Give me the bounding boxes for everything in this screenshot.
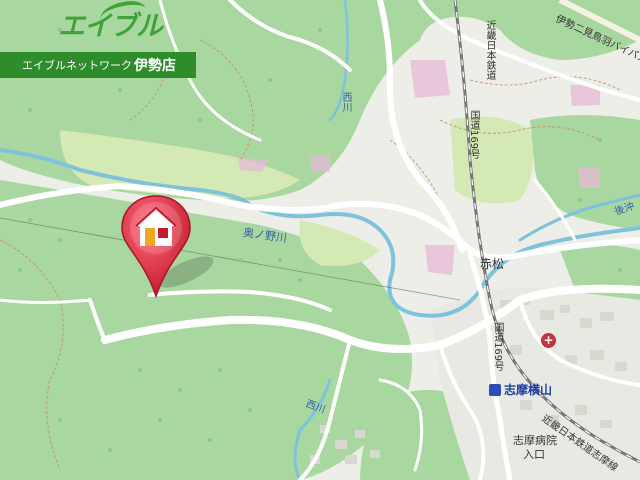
station-icon: [489, 383, 501, 396]
hospital-icon[interactable]: +: [541, 333, 556, 348]
river-label-nishikawa-top: 西川: [340, 92, 351, 112]
shop-name: 伊勢店: [134, 58, 176, 74]
home-icon: [121, 195, 191, 299]
brand-banner: エイブル エイブルネットワーク 伊勢店: [0, 0, 196, 78]
hospital-entrance-label-2: 入口: [523, 448, 545, 461]
shop-name-bar: エイブルネットワーク 伊勢店: [0, 52, 196, 78]
route-169-label-top: 国道169号: [468, 110, 479, 160]
location-pin[interactable]: [120, 194, 192, 299]
station-label: 志摩横山: [504, 383, 553, 397]
rail-label-top: 近畿日本鉄道: [484, 20, 495, 80]
station-marker[interactable]: 志摩横山: [489, 381, 552, 398]
network-label: エイブルネットワーク: [22, 59, 132, 72]
map-view[interactable]: エイブル エイブルネットワーク 伊勢店 奥ノ野川 西川 西川 後沖 国道169号…: [0, 0, 640, 480]
route-169-label-bottom: 国道169号: [492, 322, 503, 372]
place-label-akamatsu: 赤松: [480, 257, 505, 271]
brand-logo: エイブル: [58, 11, 163, 42]
